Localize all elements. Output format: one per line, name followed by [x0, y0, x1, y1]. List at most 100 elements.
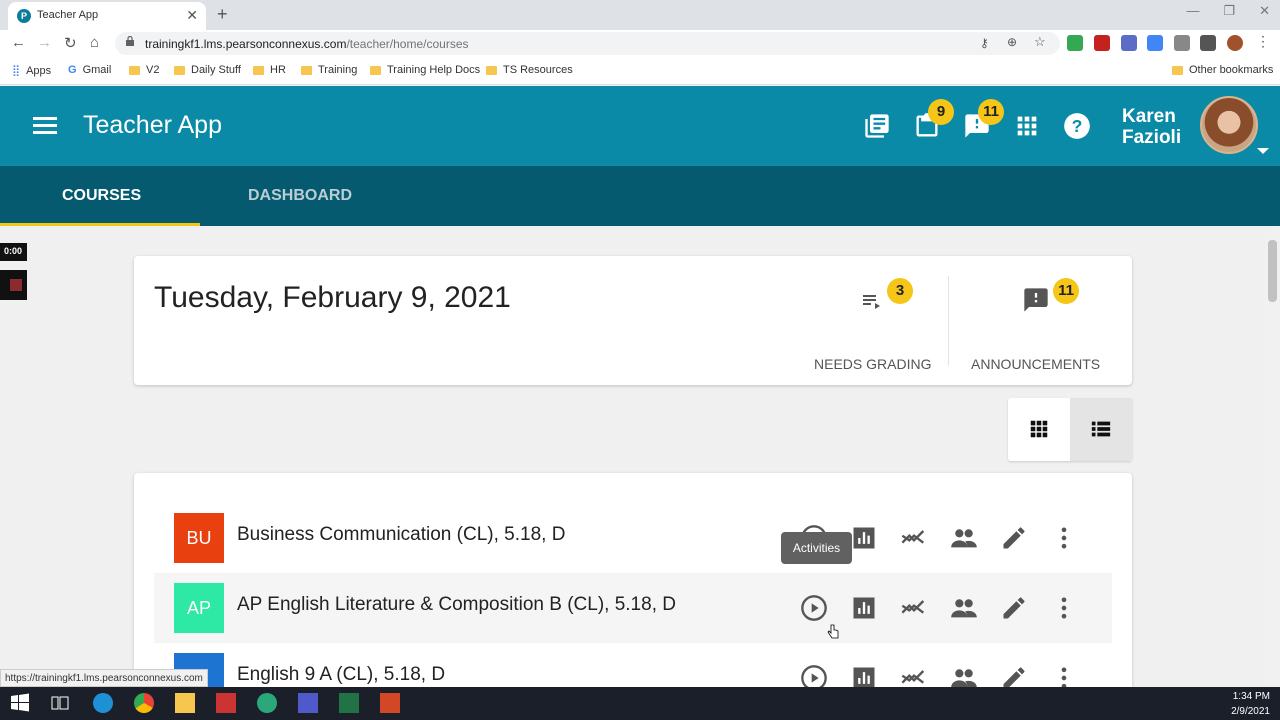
bookmark-ts-resources[interactable]: TS Resources: [486, 64, 573, 76]
course-name[interactable]: AP English Literature & Composition B (C…: [237, 594, 676, 616]
course-list: BU Business Communication (CL), 5.18, D …: [134, 473, 1132, 703]
course-name[interactable]: English 9 A (CL), 5.18, D: [237, 664, 445, 686]
current-date: Tuesday, February 9, 2021: [154, 281, 511, 314]
activities-tooltip: Activities: [781, 532, 852, 564]
pdf-extension-icon[interactable]: [1094, 35, 1110, 51]
address-bar[interactable]: trainingkf1.lms.pearsonconnexus.com/teac…: [115, 32, 1060, 55]
menu-dots-icon[interactable]: ⋮: [1256, 33, 1270, 50]
edge-browser-icon[interactable]: [93, 693, 113, 713]
stop-icon: [10, 279, 22, 291]
back-icon[interactable]: ←: [11, 34, 26, 51]
students-group-icon[interactable]: [950, 594, 978, 622]
tab-courses[interactable]: COURSES: [62, 187, 141, 205]
profile-avatar-icon[interactable]: [1227, 35, 1243, 51]
pearson-favicon-icon: P: [17, 9, 31, 23]
course-name[interactable]: Business Communication (CL), 5.18, D: [237, 524, 565, 546]
extension-gear-icon[interactable]: [1121, 35, 1137, 51]
apps-grid-icon: ⣿: [12, 65, 21, 77]
bookmark-training[interactable]: Training: [301, 64, 357, 76]
reload-icon[interactable]: ↻: [64, 34, 77, 52]
extension-green-icon[interactable]: [1067, 35, 1083, 51]
home-icon[interactable]: ⌂: [90, 34, 99, 51]
gradebook-chart-icon[interactable]: [850, 594, 878, 622]
bookmark-v2[interactable]: V2: [129, 64, 159, 76]
bookmark-training-help-docs[interactable]: Training Help Docs: [370, 64, 480, 76]
edit-pencil-icon[interactable]: [1000, 524, 1028, 552]
bookmark-apps[interactable]: ⣿ Apps: [12, 64, 51, 78]
powerpoint-icon[interactable]: [380, 693, 400, 713]
course-row[interactable]: BU Business Communication (CL), 5.18, D: [154, 503, 1112, 573]
restore-icon[interactable]: ❐: [1223, 3, 1235, 19]
new-tab-icon[interactable]: +: [217, 4, 228, 25]
teams-icon[interactable]: [298, 693, 318, 713]
view-toggle: [1008, 398, 1132, 461]
recording-timer: 0:00: [0, 243, 27, 261]
summary-divider: [948, 276, 949, 366]
bookmark-gmail[interactable]: G Gmail: [68, 64, 111, 76]
chrome-icon[interactable]: [134, 693, 154, 713]
snip-tool-icon[interactable]: [216, 693, 236, 713]
bookmark-hr[interactable]: HR: [253, 64, 286, 76]
recycle-extension-icon[interactable]: [1174, 35, 1190, 51]
alerts-badge: 11: [978, 99, 1004, 125]
excel-icon[interactable]: [339, 693, 359, 713]
user-name[interactable]: Karen Fazioli: [1122, 106, 1181, 148]
translate-extension-icon[interactable]: [1147, 35, 1163, 51]
file-explorer-icon[interactable]: [175, 693, 195, 713]
folder-icon: [174, 65, 185, 75]
bookmarks-bar: ⣿ Apps G Gmail V2 Daily Stuff HR Training …: [0, 57, 1280, 85]
browser-tab-strip: P Teacher App ✕ + — ❐ ✕: [0, 0, 1280, 30]
hand-cursor-icon: [827, 624, 839, 639]
scrollbar-thumb[interactable]: [1268, 240, 1277, 302]
folder-icon: [253, 65, 264, 75]
grid-view-button[interactable]: [1008, 398, 1070, 461]
folder-icon: [129, 65, 140, 75]
library-books-icon[interactable]: [863, 112, 891, 140]
folder-icon: [301, 65, 312, 75]
task-view-icon[interactable]: [50, 693, 70, 713]
folder-icon: [1172, 65, 1183, 75]
user-avatar[interactable]: [1200, 96, 1258, 154]
page-scrollbar[interactable]: [1265, 226, 1280, 686]
tab-dashboard[interactable]: DASHBOARD: [248, 187, 352, 205]
hamburger-menu-icon[interactable]: [33, 117, 57, 135]
list-view-button[interactable]: [1070, 398, 1132, 461]
user-menu-caret-icon[interactable]: [1257, 148, 1269, 154]
folder-icon: [486, 65, 497, 75]
browser-tab[interactable]: P Teacher App ✕: [8, 2, 206, 30]
announcements-button[interactable]: 11 ANNOUNCEMENTS: [964, 276, 1114, 376]
close-window-icon[interactable]: ✕: [1259, 3, 1270, 19]
help-icon[interactable]: ?: [1063, 112, 1091, 140]
taskbar-clock[interactable]: 1:34 PM 2/9/2021: [1231, 689, 1270, 719]
students-group-icon[interactable]: [950, 524, 978, 552]
bookmark-other[interactable]: Other bookmarks: [1172, 64, 1273, 76]
gradebook-chart-icon[interactable]: [850, 524, 878, 552]
bookmark-daily-stuff[interactable]: Daily Stuff: [174, 64, 241, 76]
list-view-icon: [1091, 421, 1111, 437]
close-tab-icon[interactable]: ✕: [186, 7, 198, 24]
zoom-icon[interactable]: ⊕: [1007, 35, 1017, 49]
puzzle-extensions-icon[interactable]: [1200, 35, 1216, 51]
course-row[interactable]: AP AP English Literature & Composition B…: [154, 573, 1112, 643]
progress-trend-icon[interactable]: [900, 524, 928, 552]
needs-grading-button[interactable]: 3 NEEDS GRADING: [810, 276, 938, 376]
google-icon: G: [68, 64, 77, 76]
windows-taskbar: 1:34 PM 2/9/2021: [0, 687, 1280, 720]
grading-list-icon: [863, 295, 880, 309]
stop-recording-button[interactable]: [0, 270, 27, 300]
bookmark-star-icon[interactable]: ☆: [1034, 34, 1046, 50]
minimize-icon[interactable]: —: [1186, 3, 1199, 19]
key-icon[interactable]: ⚷: [980, 36, 989, 50]
more-vert-icon[interactable]: [1050, 524, 1078, 552]
forward-icon[interactable]: →: [37, 34, 52, 51]
announcement-icon: [1024, 288, 1048, 312]
url-text: trainingkf1.lms.pearsonconnexus.com/teac…: [145, 37, 469, 51]
progress-trend-icon[interactable]: [900, 594, 928, 622]
edge-beta-icon[interactable]: [257, 693, 277, 713]
lock-icon: [126, 36, 134, 46]
more-vert-icon[interactable]: [1050, 594, 1078, 622]
windows-start-icon[interactable]: [10, 693, 30, 713]
apps-grid-icon[interactable]: [1013, 112, 1041, 140]
edit-pencil-icon[interactable]: [1000, 594, 1028, 622]
activities-play-icon[interactable]: [800, 594, 828, 622]
